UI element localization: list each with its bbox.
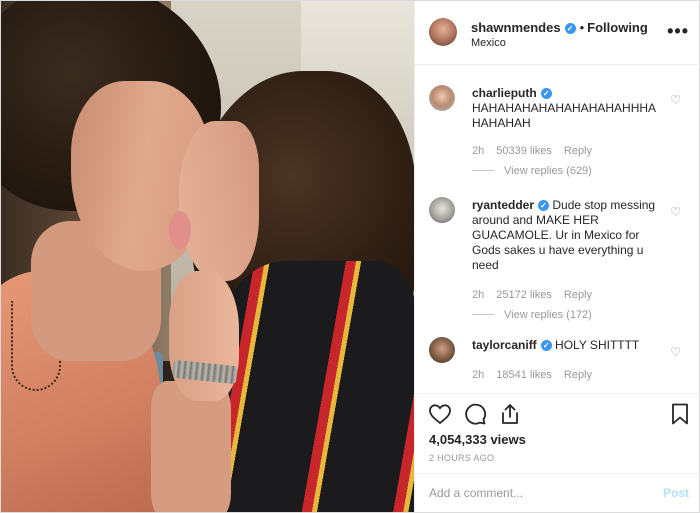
arm	[151, 381, 231, 512]
verified-badge-icon: ✓	[538, 200, 550, 211]
comment-time: 2h	[472, 289, 485, 301]
reply-button[interactable]: Reply	[564, 145, 592, 157]
comment-bubble-icon[interactable]	[463, 402, 487, 426]
post-location[interactable]: Mexico	[471, 37, 506, 49]
comment: charlieputh ✓ HAHAHAHAHAHAHAHAHAHHHAHAHAH…	[415, 73, 700, 185]
separator-dot: •	[579, 20, 585, 35]
comment-body: charlieputh ✓ HAHAHAHAHAHAHAHAHAHHHAHAHAH…	[472, 86, 662, 131]
comment-time: 2h	[472, 145, 485, 157]
share-upload-icon[interactable]	[498, 402, 522, 426]
comment-like-heart-icon[interactable]: ♡	[670, 205, 681, 219]
comments-list[interactable]: charlieputh ✓ HAHAHAHAHAHAHAHAHAHHHAHAHAH…	[415, 73, 700, 393]
post-video[interactable]	[1, 1, 414, 512]
tongue	[169, 211, 191, 249]
post-comment-button[interactable]: Post	[663, 486, 689, 500]
more-options-icon[interactable]: •••	[667, 21, 689, 42]
view-replies-button[interactable]: View replies (629)	[472, 165, 592, 177]
replies-divider-line	[472, 170, 494, 171]
verified-badge-icon: ✓	[540, 88, 552, 99]
commenter-avatar[interactable]	[429, 337, 455, 363]
view-replies-button[interactable]: View replies (172)	[472, 309, 592, 321]
comment-text: HAHAHAHAHAHAHAHAHAHHHAHAHAHAH	[472, 101, 657, 130]
like-heart-icon[interactable]	[428, 402, 452, 426]
verified-badge-icon: ✓	[540, 340, 552, 351]
instagram-post: shawnmendes ✓ • Following Mexico ••• charli…	[0, 0, 700, 513]
reply-button[interactable]: Reply	[564, 289, 592, 301]
commenter-username[interactable]: taylorcaniff	[472, 338, 537, 352]
comment-time: 2h	[472, 369, 485, 381]
comment-body: ryantedder ✓ Dude stop messing around and…	[472, 198, 662, 273]
post-actions: 4,054,333 views 2 HOURS AGO	[415, 393, 700, 473]
comment-text: HOLY SHITTTT	[555, 338, 640, 352]
replies-divider-line	[472, 314, 494, 315]
post-timestamp[interactable]: 2 HOURS AGO	[429, 453, 494, 463]
reply-button[interactable]: Reply	[564, 369, 592, 381]
comment: taylorcaniff ✓ HOLY SHITTTT ♡ 2h 18541 lik…	[415, 325, 700, 393]
person-right-face	[179, 121, 259, 281]
person-right-jacket	[216, 261, 414, 512]
commenter-avatar[interactable]	[429, 85, 455, 111]
view-replies-label: View replies (629)	[504, 165, 592, 177]
bookmark-save-icon[interactable]	[668, 402, 692, 426]
author-username[interactable]: shawnmendes	[471, 20, 561, 35]
commenter-avatar[interactable]	[429, 197, 455, 223]
comment-input[interactable]	[429, 482, 649, 504]
comment-like-heart-icon[interactable]: ♡	[670, 93, 681, 107]
author-line: shawnmendes ✓ • Following	[471, 20, 648, 35]
post-side-panel: shawnmendes ✓ • Following Mexico ••• charli…	[414, 1, 700, 512]
comment: ryantedder ✓ Dude stop messing around and…	[415, 185, 700, 325]
comment-likes[interactable]: 50339 likes	[496, 145, 552, 157]
view-replies-label: View replies (172)	[504, 309, 592, 321]
comment-meta: 2h 50339 likes Reply	[472, 145, 604, 157]
comment-likes[interactable]: 25172 likes	[496, 289, 552, 301]
comment-body: taylorcaniff ✓ HOLY SHITTTT	[472, 338, 662, 353]
add-comment-bar: Post	[415, 473, 700, 512]
following-button[interactable]: Following	[587, 20, 648, 35]
comment-likes[interactable]: 18541 likes	[496, 369, 552, 381]
comment-like-heart-icon[interactable]: ♡	[670, 345, 681, 359]
post-header: shawnmendes ✓ • Following Mexico •••	[415, 1, 700, 65]
comment-meta: 2h 25172 likes Reply	[472, 289, 604, 301]
commenter-username[interactable]: charlieputh	[472, 86, 537, 100]
comment-meta: 2h 18541 likes Reply	[472, 369, 604, 381]
author-avatar[interactable]	[429, 18, 457, 46]
commenter-username[interactable]: ryantedder	[472, 198, 534, 212]
verified-badge-icon: ✓	[564, 23, 576, 34]
view-count[interactable]: 4,054,333 views	[429, 432, 526, 447]
